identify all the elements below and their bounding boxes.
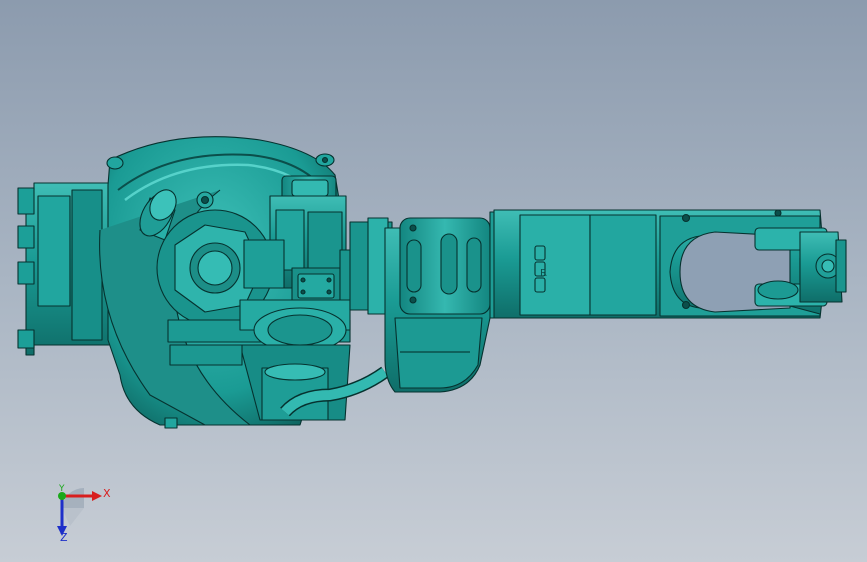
- coordinate-triad: X Y Z: [40, 478, 120, 548]
- x-axis-label: X: [103, 487, 111, 500]
- engraved-mark: R: [540, 268, 547, 279]
- z-axis-label: Z: [60, 531, 68, 544]
- robot-arm-model[interactable]: R: [0, 0, 867, 562]
- graphics-viewport[interactable]: R X Y Z: [0, 0, 867, 562]
- rear-motor-block: [17, 182, 111, 356]
- elbow-housing: [349, 217, 493, 393]
- y-axis-label: Y: [59, 484, 65, 494]
